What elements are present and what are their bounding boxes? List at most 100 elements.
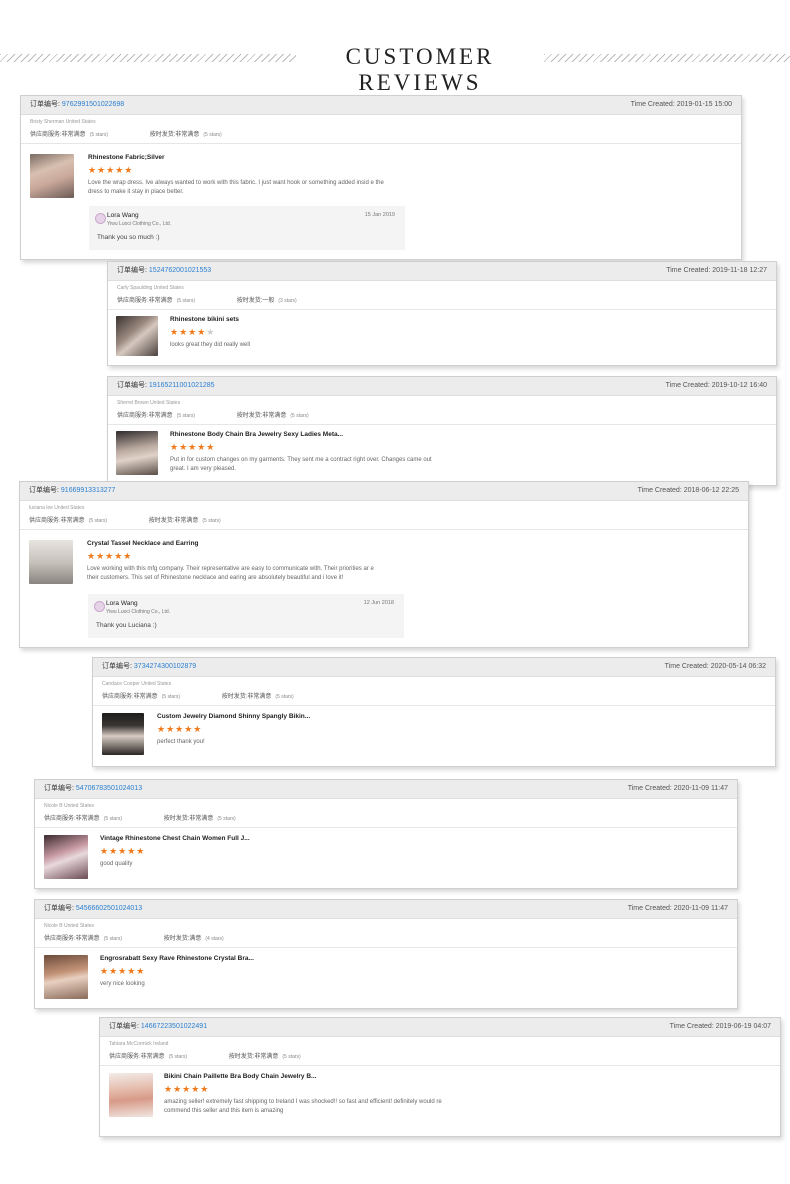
ratings-row: 供应商服务:非常满意 (5 stars) 按时发货:非常满意 (5 stars) bbox=[21, 127, 741, 144]
review-card: 订单编号: 37342743001028​79 Time Created: 20… bbox=[92, 657, 776, 767]
time-created: Time Created: 2018-06-12 22:25 bbox=[637, 487, 739, 494]
review-text: Put in for custom changes on my garments… bbox=[170, 457, 432, 472]
time-created: Time Created: 2019-10-12 16:40 bbox=[665, 382, 767, 389]
review-content: Custom Jewelry Diamond Shinny Spangly Bi… bbox=[157, 713, 457, 747]
buyer-info: luciana lee United States bbox=[29, 505, 85, 511]
ratings-row: 供应商服务:非常满意 (5 stars) 按时发货:非常满意 (5 stars) bbox=[108, 408, 776, 425]
review-card: 订单编号: 14667223501022491 Time Created: 20… bbox=[99, 1017, 781, 1137]
review-content: Bikini Chain Paillette Bra Body Chain Je… bbox=[164, 1073, 449, 1116]
avatar bbox=[95, 213, 106, 224]
time-created: Time Created: 2020-05-14 06:32 bbox=[664, 663, 766, 670]
order-number: 订单编号: 37342743001028​79 bbox=[102, 663, 197, 670]
ratings-row: 供应商服务:非常满意 (5 stars) 按时发货:非常满意 (5 stars) bbox=[100, 1049, 780, 1066]
review-text: perfect thank you! bbox=[157, 739, 205, 745]
reply-message: Thank you Luciana :) bbox=[96, 622, 157, 629]
order-link[interactable]: 15247620010215​53 bbox=[149, 267, 211, 274]
review-text: Love working with this mfg company. Thei… bbox=[87, 566, 374, 581]
ratings-row: 供应商服务:非常满意 (5 stars) 按时发货:非常满意 (5 stars) bbox=[20, 513, 748, 530]
buyer-info: Candace Cooper United States bbox=[102, 681, 172, 687]
product-thumbnail[interactable] bbox=[116, 431, 158, 475]
time-created: Time Created: 2019-01-15 15:00 bbox=[630, 101, 732, 108]
product-name[interactable]: Rhinestone Body Chain Bra Jewelry Sexy L… bbox=[170, 431, 445, 438]
seller-reply: Lora Wang Yiwu Luoci Clothing Co., Ltd. … bbox=[88, 594, 404, 638]
order-number: 订单编号: 54566602501024013 bbox=[44, 905, 143, 912]
avatar bbox=[94, 601, 105, 612]
review-content: Rhinestone bikini sets ★★★★★ looks great… bbox=[170, 316, 470, 350]
review-card: 订单编号: 54706783501024013 Time Created: 20… bbox=[34, 779, 738, 889]
buyer-info: Sherrel Brown United States bbox=[117, 400, 181, 406]
ratings-row: 供应商服务:非常满意 (5 stars) 按时发货:一般 (3 stars) bbox=[108, 293, 776, 310]
order-number: 订单编号: 14667223501022491 bbox=[109, 1023, 208, 1030]
buyer-info: Carly Spaulding United States bbox=[117, 285, 184, 291]
card-header: 订单编号: 91669913313277 Time Created: 2018-… bbox=[20, 482, 748, 501]
order-link[interactable]: 37342743001028​79 bbox=[134, 663, 196, 670]
time-created: Time Created: 2019-11-18 12:27 bbox=[666, 267, 767, 274]
review-text: good quality bbox=[100, 861, 133, 867]
order-number: 订单编号: 54706783501024013 bbox=[44, 785, 143, 792]
header-hatch-left bbox=[0, 54, 296, 62]
review-card: 订单编号: 97629915010226​98 Time Created: 20… bbox=[20, 95, 742, 260]
review-text: Love the wrap dress. Ive always wanted t… bbox=[88, 180, 384, 195]
product-thumbnail[interactable] bbox=[30, 154, 74, 198]
star-rating: ★★★★★ bbox=[87, 551, 133, 561]
review-content: Vintage Rhinestone Chest Chain Women Ful… bbox=[100, 835, 400, 869]
reply-company: Yiwu Luoci Clothing Co., Ltd. bbox=[106, 609, 171, 615]
page-title: CUSTOMER REVIEWS bbox=[345, 44, 495, 95]
star-rating: ★★★★★ bbox=[88, 165, 134, 175]
card-header: 订单编号: 37342743001028​79 Time Created: 20… bbox=[93, 658, 775, 677]
order-link[interactable]: 91669913313277 bbox=[61, 487, 116, 494]
star-rating: ★★★★★ bbox=[170, 327, 216, 337]
review-content: Engrosrabatt Sexy Rave Rhinestone Crysta… bbox=[100, 955, 400, 989]
section-header: CUSTOMER REVIEWS bbox=[0, 40, 790, 95]
header-hatch-right bbox=[544, 54, 790, 62]
order-link[interactable]: 54706783501024013 bbox=[76, 785, 142, 792]
review-content: Rhinestone Fabric;Silver ★★★★★ Love the … bbox=[88, 154, 388, 197]
product-name[interactable]: Vintage Rhinestone Chest Chain Women Ful… bbox=[100, 835, 400, 842]
time-created: Time Created: 2019-06-19 04:07 bbox=[669, 1023, 771, 1030]
product-name[interactable]: Rhinestone Fabric;Silver bbox=[88, 154, 388, 161]
product-name[interactable]: Custom Jewelry Diamond Shinny Spangly Bi… bbox=[157, 713, 457, 720]
product-name[interactable]: Crystal Tassel Necklace and Earring bbox=[87, 540, 387, 547]
review-content: Crystal Tassel Necklace and Earring ★★★★… bbox=[87, 540, 387, 583]
review-text: looks great they did really well bbox=[170, 342, 251, 348]
star-rating: ★★★★★ bbox=[100, 966, 146, 976]
card-header: 订单编号: 54566602501024013 Time Created: 20… bbox=[35, 900, 737, 919]
product-name[interactable]: Bikini Chain Paillette Bra Body Chain Je… bbox=[164, 1073, 449, 1080]
reply-company: Yiwu Luoci Clothing Co., Ltd. bbox=[107, 221, 172, 227]
reply-date: 15 Jan 2019 bbox=[364, 212, 395, 218]
order-link[interactable]: 14667223501022491 bbox=[141, 1023, 207, 1030]
star-rating: ★★★★★ bbox=[164, 1084, 210, 1094]
card-header: 订单编号: 14667223501022491 Time Created: 20… bbox=[100, 1018, 780, 1037]
time-created: Time Created: 2020-11-09 11:47 bbox=[627, 785, 728, 792]
card-header: 订单编号: 15247620010215​53 Time Created: 20… bbox=[108, 262, 776, 281]
product-thumbnail[interactable] bbox=[109, 1073, 153, 1117]
product-name[interactable]: Engrosrabatt Sexy Rave Rhinestone Crysta… bbox=[100, 955, 400, 962]
product-thumbnail[interactable] bbox=[44, 835, 88, 879]
buyer-info: Nicole B United States bbox=[44, 923, 95, 929]
buyer-info: Nicole B United States bbox=[44, 803, 95, 809]
ratings-row: 供应商服务:非常满意 (5 stars) 按时发货:非常满意 (5 stars) bbox=[93, 689, 775, 706]
review-card: 订单编号: 19165211001021285 Time Created: 20… bbox=[107, 376, 777, 486]
reply-name: Lora Wang bbox=[106, 600, 138, 607]
product-thumbnail[interactable] bbox=[29, 540, 73, 584]
reply-date: 12 Jun 2018 bbox=[363, 600, 394, 606]
product-thumbnail[interactable] bbox=[116, 316, 158, 356]
time-created: Time Created: 2020-11-09 11:47 bbox=[627, 905, 728, 912]
order-number: 订单编号: 91669913313277 bbox=[29, 487, 116, 494]
buyer-info: Bristy Sherman United States bbox=[30, 119, 96, 125]
product-name[interactable]: Rhinestone bikini sets bbox=[170, 316, 470, 323]
order-link[interactable]: 54566602501024013 bbox=[76, 905, 142, 912]
product-thumbnail[interactable] bbox=[44, 955, 88, 999]
star-rating: ★★★★★ bbox=[100, 846, 146, 856]
reply-message: Thank you so much :) bbox=[97, 234, 160, 241]
review-text: very nice looking bbox=[100, 981, 145, 987]
order-number: 订单编号: 15247620010215​53 bbox=[117, 267, 212, 274]
order-link[interactable]: 19165211001021285 bbox=[149, 382, 215, 389]
review-text: amazing seller! extremely fast shipping … bbox=[164, 1099, 442, 1114]
card-header: 订单编号: 97629915010226​98 Time Created: 20… bbox=[21, 96, 741, 115]
star-rating: ★★★★★ bbox=[170, 442, 216, 452]
product-thumbnail[interactable] bbox=[102, 713, 144, 755]
card-header: 订单编号: 19165211001021285 Time Created: 20… bbox=[108, 377, 776, 396]
order-link[interactable]: 97629915010226​98 bbox=[62, 101, 124, 108]
order-number: 订单编号: 19165211001021285 bbox=[117, 382, 215, 389]
